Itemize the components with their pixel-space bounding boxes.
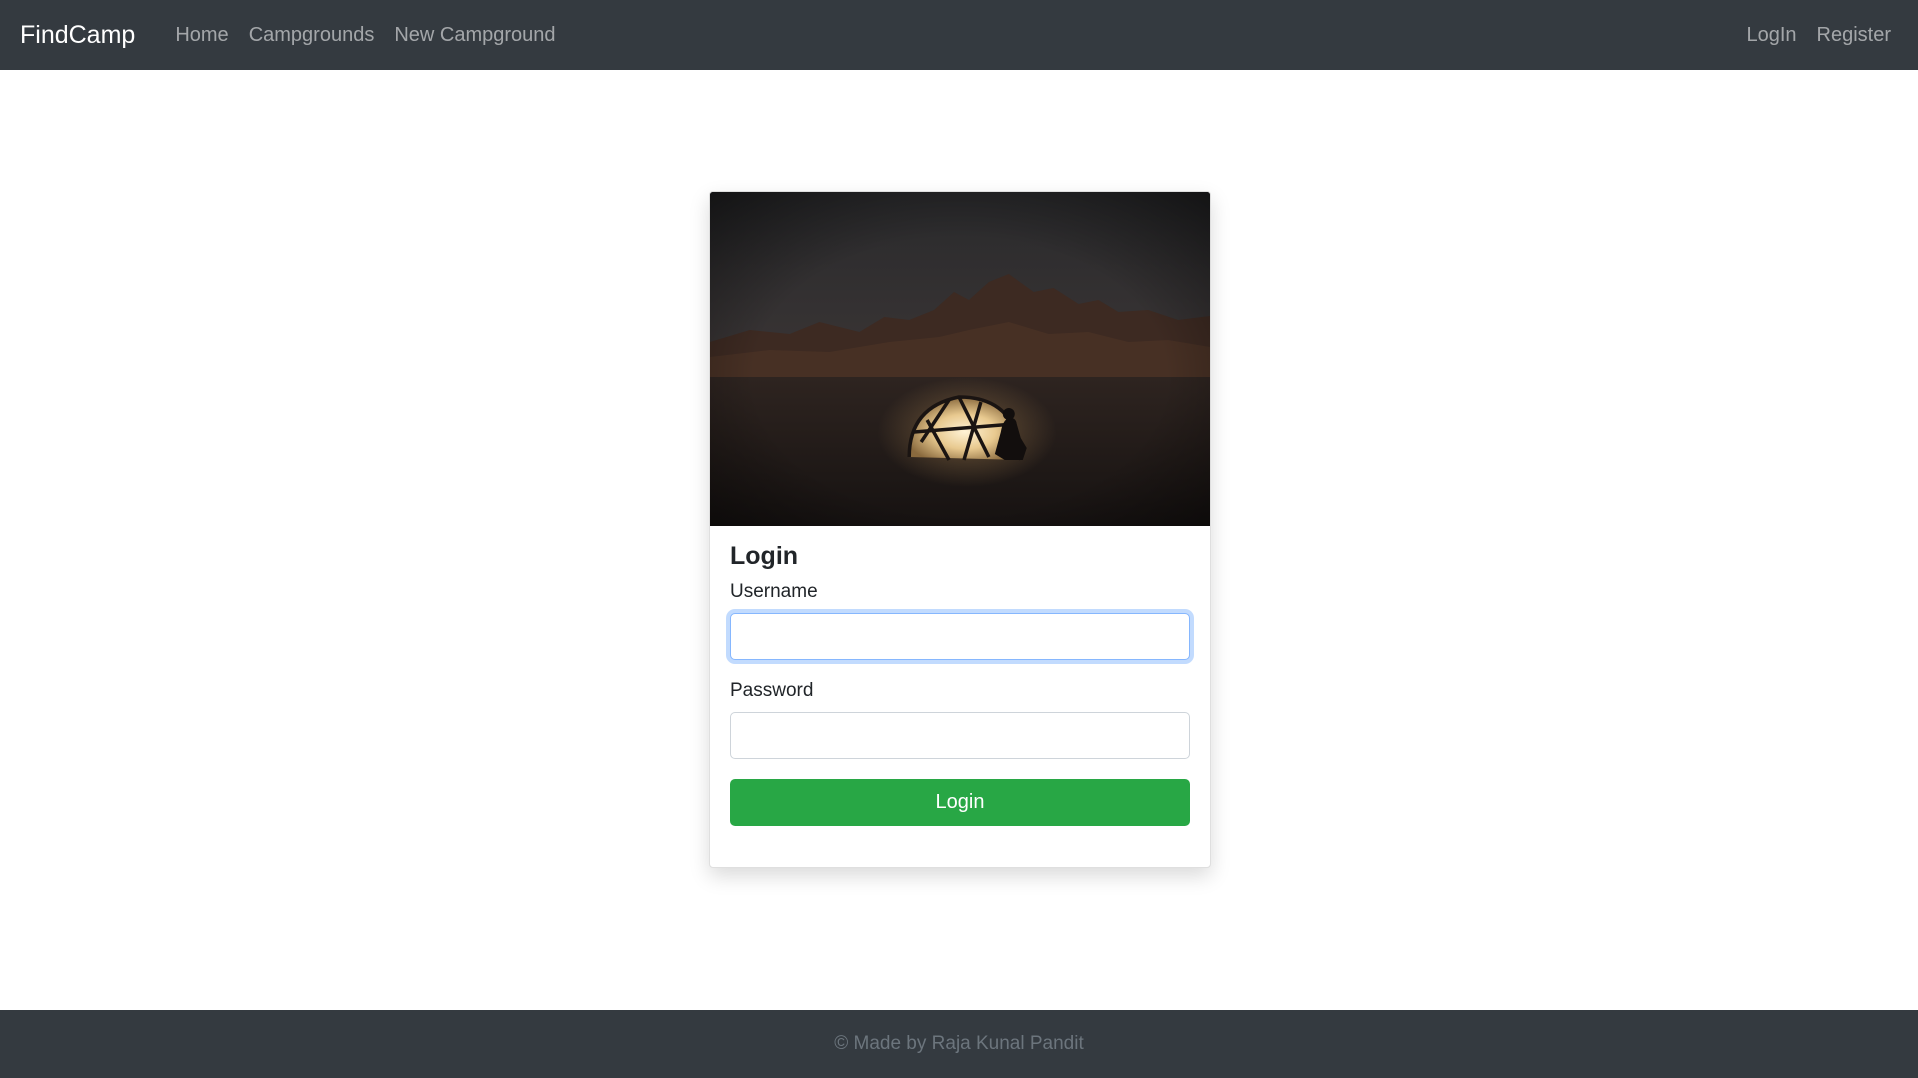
username-label: Username	[730, 581, 818, 602]
nav-links: Home Campgrounds New Campground	[165, 24, 565, 47]
brand-link[interactable]: FindCamp	[20, 21, 135, 50]
nav-link-new-campground[interactable]: New Campground	[384, 24, 565, 47]
login-card: Login Username Password Login	[709, 191, 1211, 868]
footer-text: © Made by Raja Kunal Pandit	[834, 1033, 1084, 1054]
login-button[interactable]: Login	[730, 779, 1190, 826]
footer: © Made by Raja Kunal Pandit	[0, 1010, 1918, 1078]
password-input[interactable]	[730, 712, 1190, 759]
username-input[interactable]	[730, 613, 1190, 660]
auth-links: LogIn Register	[1736, 24, 1898, 47]
username-group: Username	[730, 581, 1190, 660]
nav-link-login[interactable]: LogIn	[1736, 24, 1806, 47]
card-body: Login Username Password Login	[710, 526, 1210, 846]
password-group: Password	[730, 680, 1190, 759]
nav-link-register[interactable]: Register	[1807, 24, 1898, 47]
campsite-image	[710, 192, 1210, 526]
password-label: Password	[730, 680, 814, 701]
nav-link-home[interactable]: Home	[165, 24, 238, 47]
navbar: FindCamp Home Campgrounds New Campground…	[0, 0, 1918, 70]
card-title: Login	[730, 542, 799, 570]
nav-link-campgrounds[interactable]: Campgrounds	[239, 24, 385, 47]
